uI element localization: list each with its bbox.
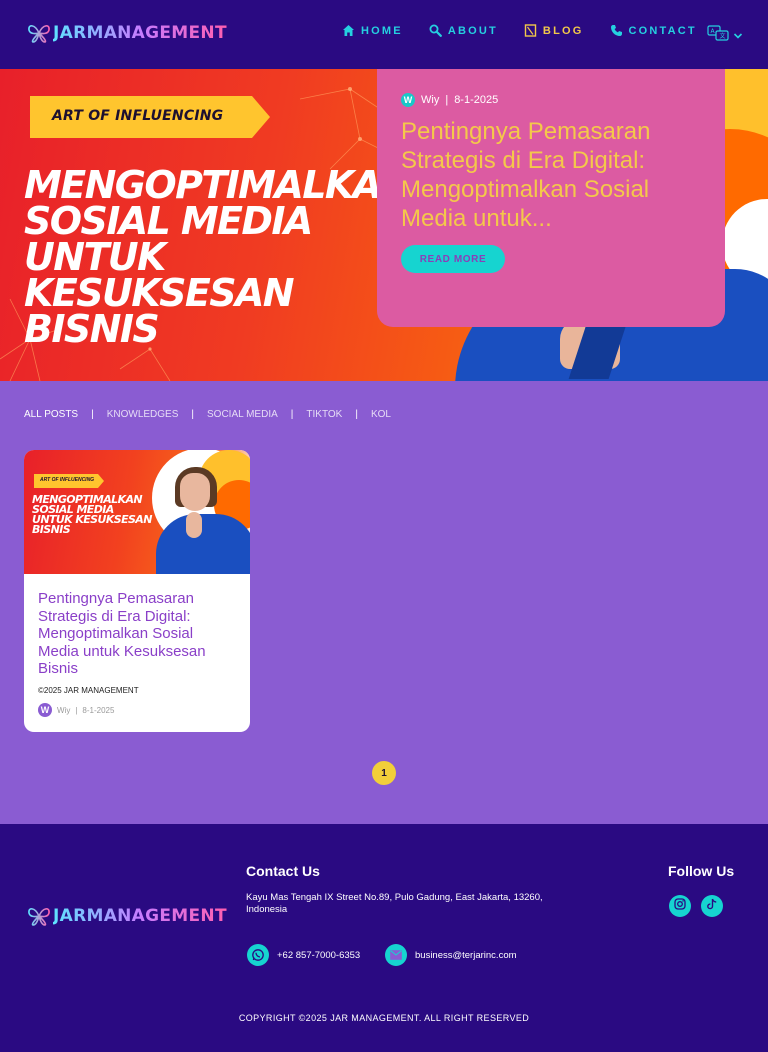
phone-icon [610, 24, 623, 37]
featured-post-meta: W Wiy | 8-1-2025 [401, 93, 498, 107]
site-logo[interactable]: JARMANAGEMENT [27, 23, 227, 43]
category-filter-bar: ALL POSTS | KNOWLEDGES | SOCIAL MEDIA | … [24, 409, 391, 420]
chevron-down-icon [733, 27, 743, 45]
hero-banner: ART OF INFLUENCING MENGOPTIMALKAN SOSIAL… [0, 69, 768, 381]
thumb-person-hand [186, 512, 202, 538]
filter-tiktok[interactable]: TIKTOK [306, 409, 342, 420]
filter-social-media[interactable]: SOCIAL MEDIA [207, 409, 278, 420]
thumb-person-face [180, 473, 210, 511]
pagination-page-1[interactable]: 1 [372, 761, 396, 785]
nav-about[interactable]: ABOUT [429, 24, 498, 37]
filter-all-posts[interactable]: ALL POSTS [24, 409, 78, 420]
read-more-button[interactable]: READ MORE [401, 245, 505, 273]
nav-home-label: HOME [361, 24, 403, 37]
nav-blog-label: BLOG [542, 24, 584, 37]
featured-post-title[interactable]: Pentingnya Pemasaran Strategis di Era Di… [401, 117, 701, 233]
hero-badge: ART OF INFLUENCING [30, 96, 270, 138]
nav-contact-label: CONTACT [628, 24, 697, 37]
address-text: Kayu Mas Tengah IX Street No.89, Pulo Ga… [246, 892, 543, 915]
author-avatar: W [38, 703, 52, 717]
filter-separator: | [91, 409, 94, 420]
post-card[interactable]: ART OF INFLUENCING MENGOPTIMALKAN SOSIAL… [24, 450, 250, 732]
filter-separator: | [290, 409, 294, 420]
author-avatar: W [401, 93, 415, 107]
svg-text:A: A [711, 28, 716, 35]
butterfly-logo-icon [27, 23, 51, 43]
tiktok-link[interactable] [701, 895, 723, 917]
hero-badge-text: ART OF INFLUENCING [52, 108, 224, 124]
nav-about-label: ABOUT [447, 24, 498, 37]
site-header: JARMANAGEMENT HOME ABOUT BLOG CONTACT A … [0, 0, 768, 69]
search-icon [429, 24, 442, 37]
thumb-headline: MENGOPTIMALKAN SOSIAL MEDIA UNTUK KESUKS… [32, 493, 152, 536]
butterfly-logo-icon [27, 906, 51, 926]
blog-icon [524, 24, 537, 37]
whatsapp-icon [247, 944, 269, 966]
post-date: 8-1-2025 [454, 94, 499, 106]
site-footer: JARMANAGEMENT Contact Us Kayu Mas Tengah… [0, 824, 768, 1052]
email-address: business@terjarinc.com [415, 949, 517, 961]
nav-blog[interactable]: BLOG [524, 24, 584, 37]
filter-separator: | [191, 409, 195, 420]
contact-heading: Contact Us [246, 863, 320, 879]
nav-contact[interactable]: CONTACT [610, 24, 697, 37]
footer-logo[interactable]: JARMANAGEMENT [27, 906, 227, 926]
follow-heading: Follow Us [668, 863, 735, 879]
home-icon [342, 24, 355, 37]
logo-text: JARMANAGEMENT [53, 23, 227, 43]
instagram-link[interactable] [669, 895, 691, 917]
post-thumbnail[interactable]: ART OF INFLUENCING MENGOPTIMALKAN SOSIAL… [24, 450, 250, 574]
author-name: Wiy [57, 705, 71, 715]
post-meta: W Wiy | 8-1-2025 [38, 703, 114, 717]
post-copyright: ©2025 JAR MANAGEMENT [38, 686, 139, 695]
nav-home[interactable]: HOME [342, 24, 403, 37]
meta-separator: | [75, 705, 78, 715]
filter-kol[interactable]: KOL [371, 409, 391, 420]
filter-separator: | [355, 409, 358, 420]
phone-number: +62 857-7000-6353 [277, 949, 361, 961]
author-name: Wiy [421, 94, 440, 106]
language-selector[interactable]: A文 [707, 25, 743, 46]
main-nav: HOME ABOUT BLOG CONTACT [342, 24, 723, 37]
logo-text: JARMANAGEMENT [53, 906, 227, 926]
filter-knowledges[interactable]: KNOWLEDGES [107, 409, 179, 420]
post-date: 8-1-2025 [82, 705, 115, 715]
featured-post-card[interactable]: W Wiy | 8-1-2025 Pentingnya Pemasaran St… [377, 69, 725, 327]
thumb-badge-text: ART OF INFLUENCING [40, 477, 95, 483]
hero-headline: MENGOPTIMALKAN SOSIAL MEDIA UNTUK KESUKS… [24, 163, 412, 351]
post-title[interactable]: Pentingnya Pemasaran Strategis di Era Di… [38, 590, 238, 678]
mail-icon [385, 944, 407, 966]
phone-contact[interactable]: +62 857-7000-6353 [247, 944, 360, 966]
thumb-badge: ART OF INFLUENCING [34, 474, 104, 488]
instagram-icon [674, 897, 686, 915]
email-contact[interactable]: business@terjarinc.com [385, 944, 517, 966]
language-icon: A文 [707, 25, 729, 46]
meta-separator: | [445, 94, 449, 106]
tiktok-icon [706, 897, 718, 915]
svg-text:文: 文 [720, 32, 726, 40]
footer-copyright: COPYRIGHT ©2025 JAR MANAGEMENT. ALL RIGH… [238, 1013, 530, 1023]
